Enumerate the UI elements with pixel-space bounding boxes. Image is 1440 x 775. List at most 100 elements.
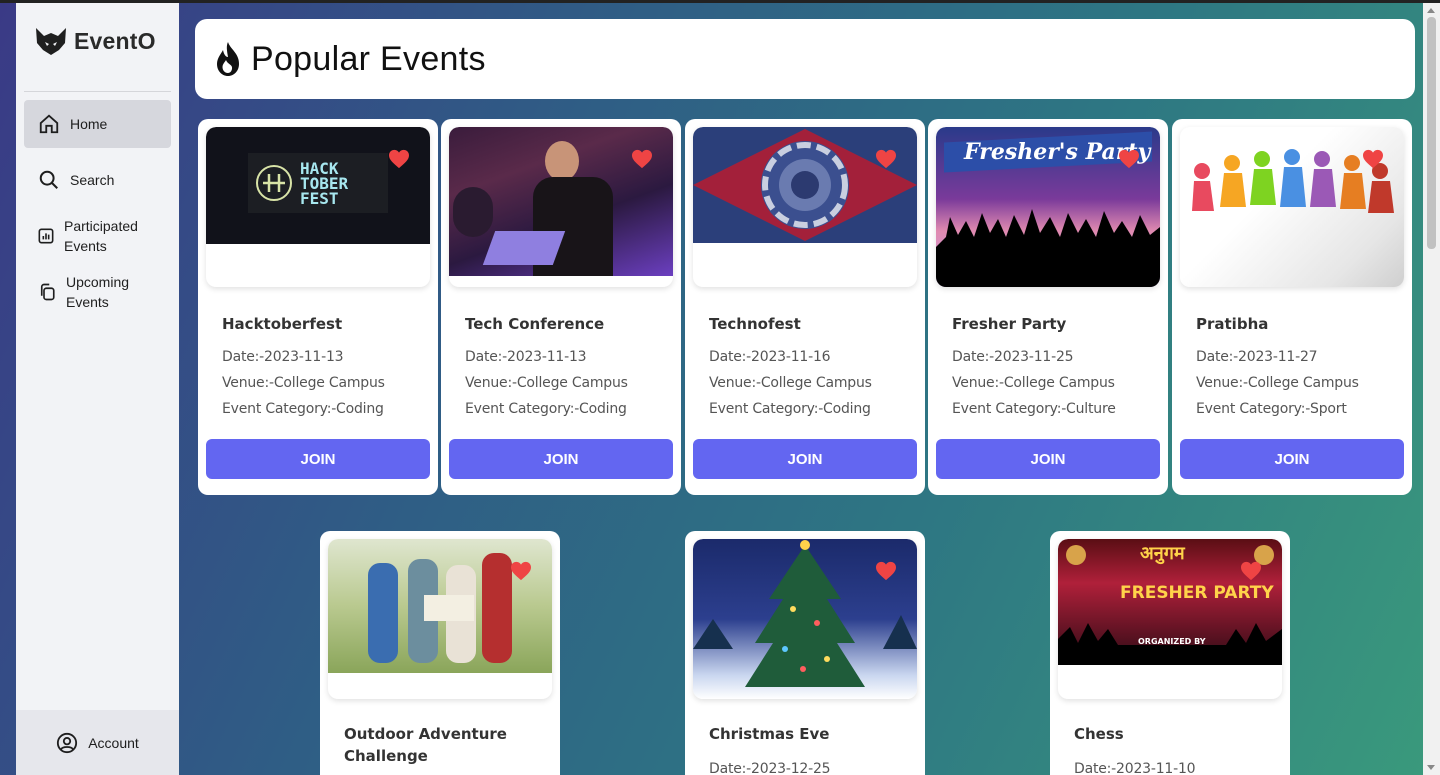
event-card-fresher-party: Fresher's Party Fresher Party Date:-2023… xyxy=(928,119,1168,495)
app-name: EventO xyxy=(74,27,156,54)
hacktoberfest-logo-text: HACK TOBER FEST xyxy=(300,159,349,208)
hiker-1 xyxy=(368,563,398,663)
event-category: Event Category:-Coding xyxy=(222,401,384,417)
event-card-pratibha: Pratibha Date:-2023-11-27 Venue:-College… xyxy=(1172,119,1412,495)
event-image-frame: HACK TOBER FEST xyxy=(206,127,430,287)
event-date: Date:-2023-11-13 xyxy=(465,349,587,365)
person-head xyxy=(545,141,579,181)
event-date: Date:-2023-11-16 xyxy=(709,349,831,365)
search-icon xyxy=(39,170,58,189)
sidebar-item-label: Home xyxy=(70,116,108,132)
event-title: Pratibha xyxy=(1196,315,1269,333)
event-image-frame xyxy=(449,127,673,287)
crowd-silhouette xyxy=(936,209,1160,287)
event-image-frame xyxy=(693,127,917,287)
heart-icon[interactable] xyxy=(875,149,897,169)
event-date: Date:-2023-11-13 xyxy=(222,349,344,365)
event-title: Hacktoberfest xyxy=(222,315,343,333)
event-category: Event Category:-Coding xyxy=(709,401,871,417)
poster-title: FRESHER PARTY xyxy=(1120,583,1274,603)
map xyxy=(424,595,474,621)
heart-icon[interactable] xyxy=(1362,149,1384,169)
sidebar-item-search[interactable]: Search xyxy=(24,156,171,204)
sidebar-item-upcoming-events[interactable]: Upcoming Events xyxy=(24,268,171,316)
event-title: Technofest xyxy=(709,315,801,333)
event-category: Event Category:-Sport xyxy=(1196,401,1347,417)
event-image-frame xyxy=(328,539,552,699)
account-label: Account xyxy=(88,734,139,751)
home-icon xyxy=(39,114,59,134)
join-button[interactable]: JOIN xyxy=(449,439,673,479)
chart-icon xyxy=(38,228,54,244)
event-image-frame xyxy=(693,539,917,699)
sidebar-item-label: Participated Events xyxy=(64,218,138,254)
heart-icon[interactable] xyxy=(875,561,897,581)
scroll-down-arrow-icon[interactable] xyxy=(1427,765,1435,770)
sidebar-item-label: Search xyxy=(70,172,115,188)
divider xyxy=(24,91,171,92)
event-image xyxy=(328,539,552,673)
heart-icon[interactable] xyxy=(1240,561,1262,581)
sidebar: EventO Home Search Participated Events U… xyxy=(16,3,179,775)
event-image-frame: Fresher's Party xyxy=(936,127,1160,287)
person-background xyxy=(453,187,493,237)
event-venue: Venue:-College Campus xyxy=(709,375,872,391)
event-title: Outdoor Adventure Challenge xyxy=(344,725,507,765)
poster-heading: अनुगम xyxy=(1140,543,1185,564)
sidebar-item-participated-events[interactable]: Participated Events xyxy=(24,212,171,260)
event-date: Date:-2023-11-27 xyxy=(1196,349,1318,365)
event-category: Event Category:-Culture xyxy=(952,401,1116,417)
sidebar-item-label: Upcoming Events xyxy=(66,274,130,310)
event-venue: Venue:-College Campus xyxy=(952,375,1115,391)
heart-icon[interactable] xyxy=(1118,149,1140,169)
copy-icon xyxy=(40,283,55,301)
event-image-frame: अनुगम FRESHER PARTY ORGANIZED BY xyxy=(1058,539,1282,699)
scroll-up-arrow-icon[interactable] xyxy=(1427,8,1435,13)
join-button[interactable]: JOIN xyxy=(1180,439,1404,479)
fire-icon xyxy=(217,42,239,76)
event-title: Fresher Party xyxy=(952,315,1067,333)
hacktoberfest-emblem xyxy=(256,165,292,201)
event-card-tech-conference: Tech Conference Date:-2023-11-13 Venue:-… xyxy=(441,119,681,495)
page-header: Popular Events xyxy=(195,19,1415,99)
event-image xyxy=(693,127,917,243)
join-button[interactable]: JOIN xyxy=(936,439,1160,479)
event-date: Date:-2023-12-25 xyxy=(709,761,831,775)
event-card-technofest: Technofest Date:-2023-11-16 Venue:-Colle… xyxy=(685,119,925,495)
event-title: Chess xyxy=(1074,725,1124,743)
sidebar-item-home[interactable]: Home xyxy=(24,100,171,148)
laptop xyxy=(482,231,566,265)
fox-logo-icon xyxy=(36,28,66,55)
hiker-4 xyxy=(482,553,512,663)
event-card-outdoor-adventure: Outdoor Adventure Challenge xyxy=(320,531,560,775)
heart-icon[interactable] xyxy=(631,149,653,169)
event-image: HACK TOBER FEST xyxy=(206,127,430,244)
event-category: Event Category:-Coding xyxy=(465,401,627,417)
window-top-border xyxy=(0,0,1440,3)
event-venue: Venue:-College Campus xyxy=(222,375,385,391)
page-scrollbar[interactable] xyxy=(1423,3,1440,775)
user-circle-icon xyxy=(57,732,78,753)
event-image-frame xyxy=(1180,127,1404,287)
event-card-hacktoberfest: HACK TOBER FEST Hacktoberfest Date:-2023… xyxy=(198,119,438,495)
heart-icon[interactable] xyxy=(510,561,532,581)
page-title: Popular Events xyxy=(251,39,486,78)
account-button[interactable]: Account xyxy=(16,710,179,775)
event-card-christmas-eve: Christmas Eve Date:-2023-12-25 xyxy=(685,531,925,775)
event-image: अनुगम FRESHER PARTY ORGANIZED BY xyxy=(1058,539,1282,665)
event-venue: Venue:-College Campus xyxy=(465,375,628,391)
technofest-eye-graphic xyxy=(693,129,917,241)
event-title: Christmas Eve xyxy=(709,725,830,743)
event-title: Tech Conference xyxy=(465,315,605,333)
event-venue: Venue:-College Campus xyxy=(1196,375,1359,391)
heart-icon[interactable] xyxy=(388,149,410,169)
sports-silhouettes-graphic xyxy=(1192,149,1394,213)
college-emblem-left xyxy=(1066,545,1086,565)
join-button[interactable]: JOIN xyxy=(206,439,430,479)
join-button[interactable]: JOIN xyxy=(693,439,917,479)
poster-crowd xyxy=(1058,623,1282,665)
event-date: Date:-2023-11-10 xyxy=(1074,761,1196,775)
event-date: Date:-2023-11-25 xyxy=(952,349,1074,365)
scroll-thumb[interactable] xyxy=(1427,17,1436,249)
app-logo[interactable]: EventO xyxy=(34,21,156,61)
